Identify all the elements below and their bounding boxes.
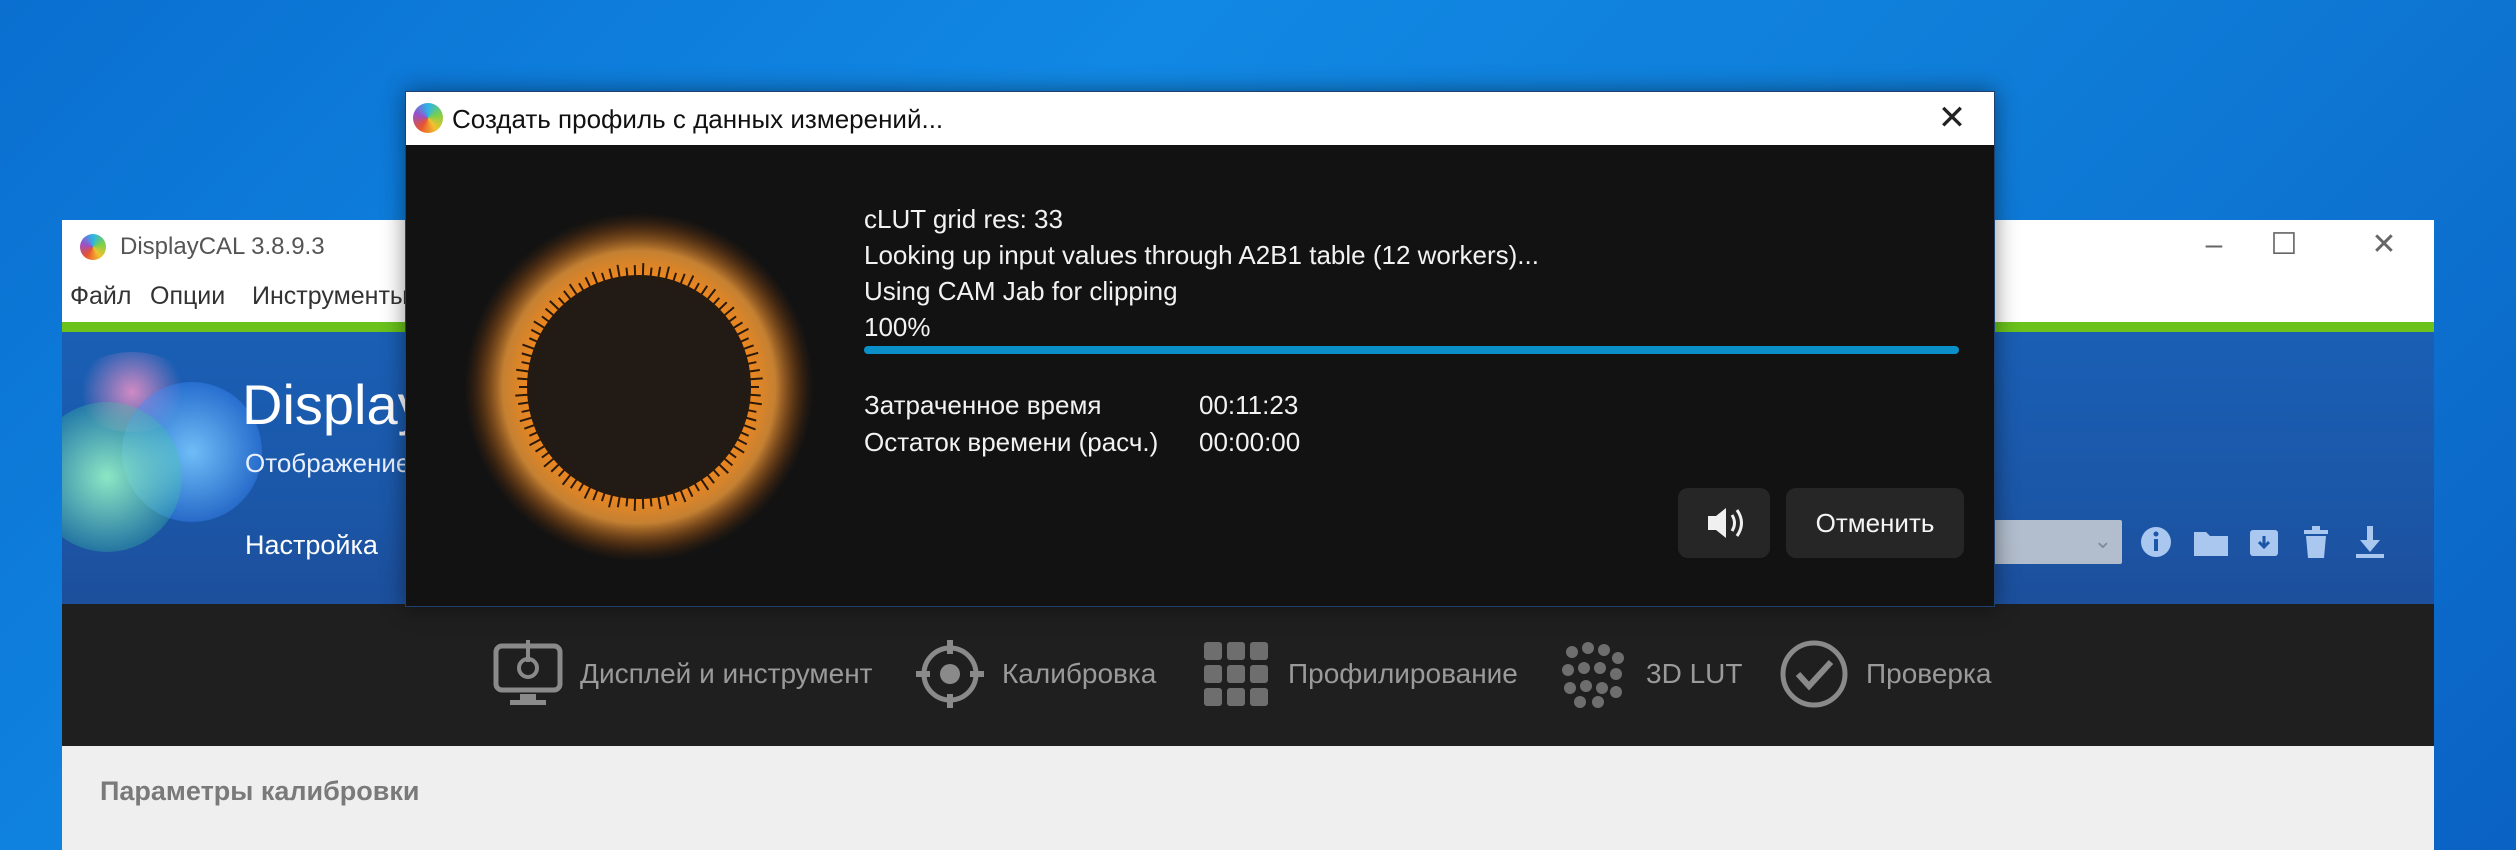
remaining-value: 00:00:00 [1199, 427, 1301, 457]
tab-display-label: Дисплей и инструмент [580, 658, 873, 689]
displaycal-logo-icon [80, 234, 106, 260]
menu-file[interactable]: Файл [70, 282, 131, 311]
cube-grid-icon [1562, 642, 1624, 708]
progress-bar [864, 346, 1959, 354]
archive-icon[interactable] [2246, 524, 2282, 560]
status-line-3: Using CAM Jab for clipping [864, 276, 1178, 306]
close-icon[interactable]: ✕ [1922, 94, 1982, 144]
tab-display-instrument[interactable]: Дисплей и инструмент [492, 634, 873, 714]
spinner-tick [746, 393, 761, 397]
progress-spinner-icon [464, 212, 814, 562]
download-icon[interactable] [2352, 524, 2388, 560]
spinner-tick [517, 377, 532, 381]
tab-3dlut[interactable]: 3D LUT [1558, 634, 1742, 714]
tab-calibration[interactable]: Калибровка [914, 634, 1156, 714]
dialog-title: Создать профиль с данных измерений... [452, 104, 944, 134]
display-icon [493, 640, 563, 705]
spinner-tick [641, 263, 645, 280]
section-title: Параметры калибровки [100, 776, 420, 806]
elapsed-label: Затраченное время [864, 390, 1102, 420]
status-line-2: Looking up input values through A2B1 tab… [864, 240, 1539, 270]
progress-fill [864, 346, 1959, 354]
spinner-tick [633, 494, 637, 511]
spinner-tick [625, 267, 629, 280]
tab-bar: Дисплей и инструмент Калибровка Профилир… [62, 604, 2434, 746]
info-icon[interactable] [2138, 524, 2174, 560]
progress-dialog: Создать профиль с данных измерений... ✕ … [405, 91, 1995, 607]
folder-icon[interactable] [2192, 524, 2228, 560]
spinner-tick [649, 267, 653, 280]
displaycal-logo-icon [413, 103, 443, 133]
spinner-tick [649, 494, 653, 507]
maximize-icon[interactable]: ☐ [2234, 220, 2334, 272]
status-line-1: cLUT grid res: 33 [864, 204, 1063, 234]
settings-label: Настройка [245, 530, 378, 560]
chevron-down-icon: ⌄ [2093, 528, 2112, 553]
header-subtitle: Отображение [245, 448, 411, 478]
cancel-button[interactable]: Отменить [1786, 488, 1964, 558]
tab-verify[interactable]: Проверка [1778, 634, 1991, 714]
menu-tools[interactable]: Инструменты [252, 282, 408, 311]
spinner-tick [625, 494, 629, 507]
main-window-title: DisplayCAL 3.8.9.3 [120, 233, 325, 260]
trash-icon[interactable] [2298, 524, 2334, 560]
spinner-tick [746, 377, 763, 381]
status-line-4: 100% [864, 312, 931, 342]
content-area: Параметры калибровки [62, 746, 2434, 850]
menu-options[interactable]: Опции [150, 282, 225, 311]
tab-3dlut-label: 3D LUT [1646, 658, 1743, 689]
close-icon[interactable]: ✕ [2334, 220, 2434, 272]
sound-button[interactable] [1678, 488, 1770, 558]
dialog-titlebar: Создать профиль с данных измерений... ✕ [406, 92, 1994, 145]
target-icon [916, 640, 984, 708]
checkmark-icon [1780, 640, 1848, 708]
tab-calibration-label: Калибровка [1002, 658, 1157, 689]
grid-icon [1204, 642, 1268, 706]
elapsed-value: 00:11:23 [1199, 390, 1299, 420]
tab-profiling[interactable]: Профилирование [1200, 634, 1518, 714]
remaining-label: Остаток времени (расч.) [864, 427, 1159, 457]
spinner-tick [515, 393, 532, 397]
tab-verify-label: Проверка [1866, 658, 1992, 689]
speaker-icon [1708, 508, 1743, 538]
tab-profiling-label: Профилирование [1288, 658, 1518, 689]
